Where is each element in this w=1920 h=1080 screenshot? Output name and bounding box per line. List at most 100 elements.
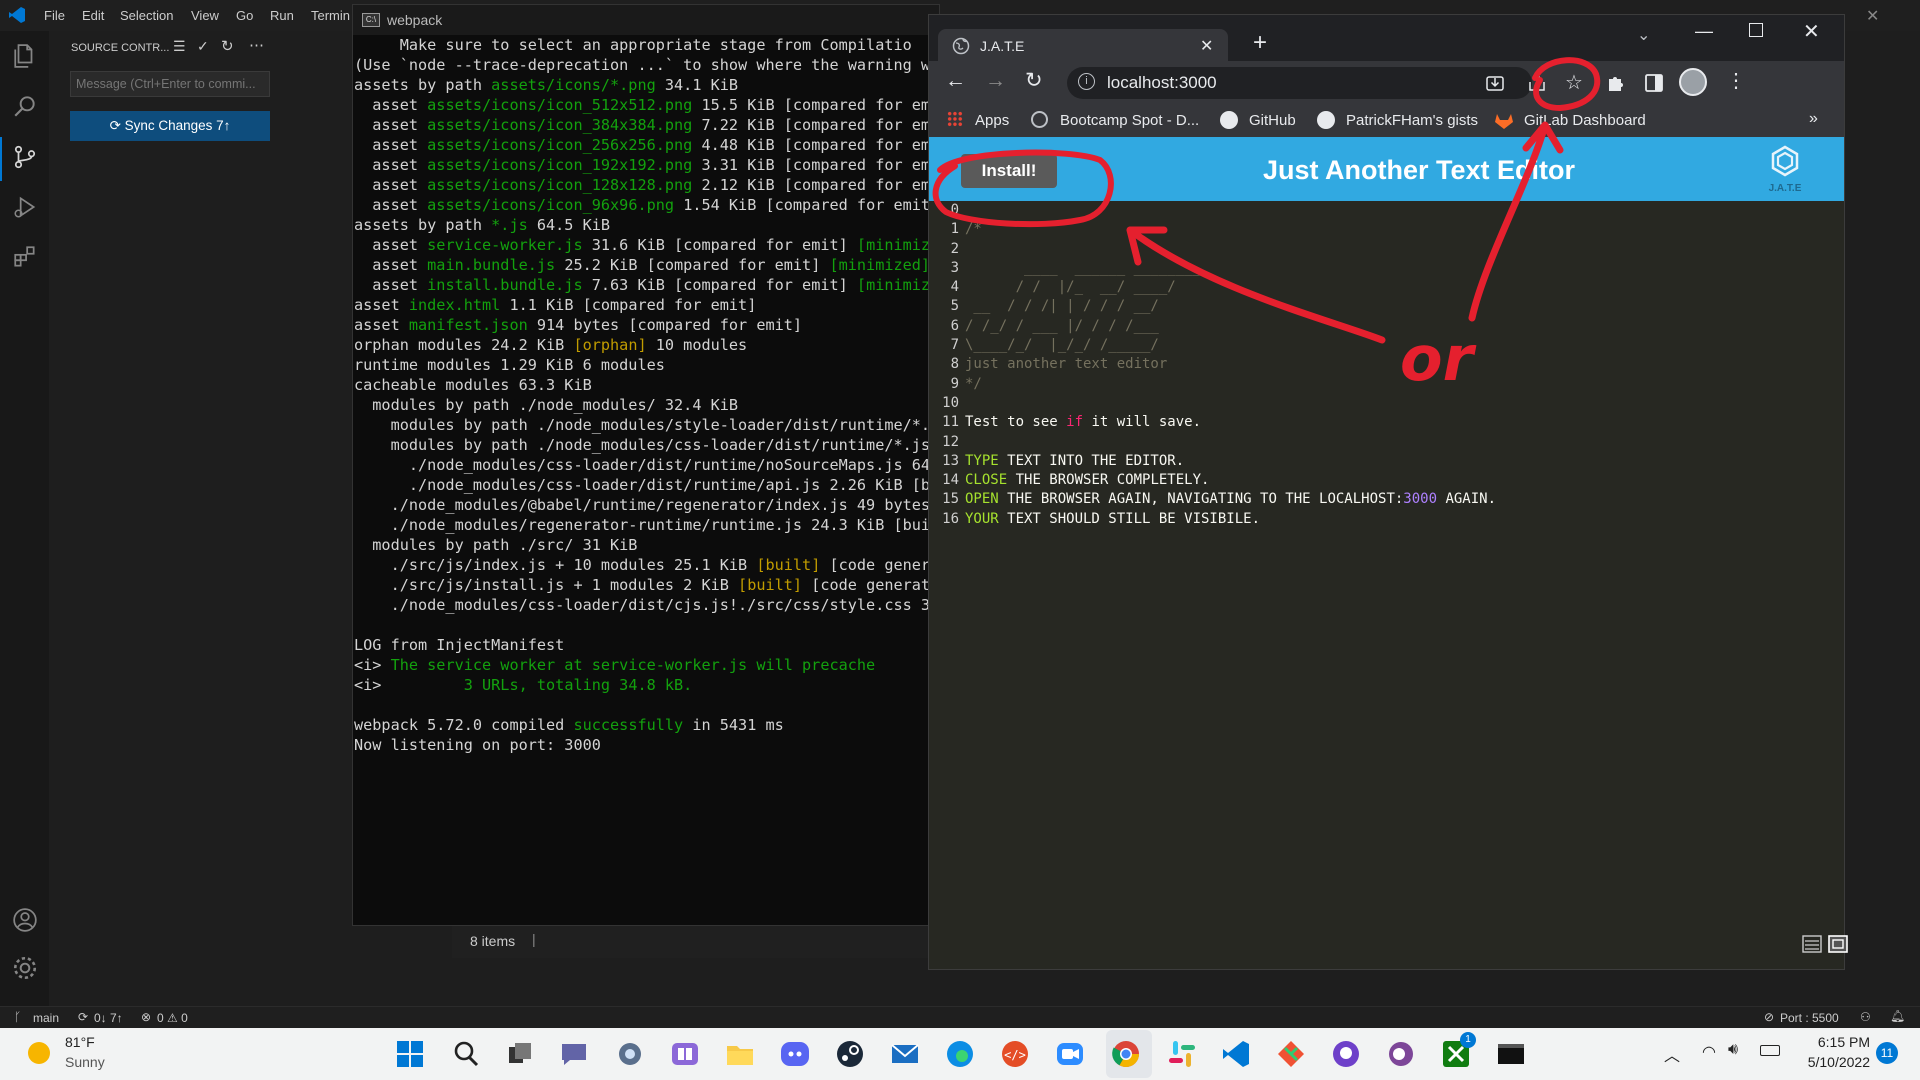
refresh-icon[interactable]: ↻: [221, 37, 234, 55]
task-view-icon[interactable]: [504, 1038, 536, 1070]
profile-avatar[interactable]: [1679, 68, 1707, 96]
github-desktop-icon[interactable]: [1330, 1038, 1362, 1070]
side-panel-icon[interactable]: [1645, 74, 1663, 92]
vscode-taskbar-icon[interactable]: [1220, 1038, 1252, 1070]
source-control-icon[interactable]: [12, 144, 38, 170]
maximize-icon[interactable]: [1749, 23, 1763, 37]
teams-chat-icon[interactable]: [558, 1038, 590, 1070]
menu-selection[interactable]: Selection: [120, 8, 173, 23]
clock-time[interactable]: 6:15 PM: [1806, 1034, 1870, 1050]
more-actions-icon[interactable]: ⋯: [249, 36, 264, 54]
editor-text: TYPE: [965, 452, 999, 469]
settings-gear-icon[interactable]: [12, 955, 38, 981]
forward-icon[interactable]: →: [985, 69, 1006, 93]
bookmark-gitlab[interactable]: GitLab Dashboard: [1524, 112, 1646, 129]
terminal-line: ./src/js/index.js + 10 modules 25.1 KiB …: [354, 555, 939, 575]
discord-icon[interactable]: [779, 1038, 811, 1070]
install-app-icon[interactable]: [1485, 74, 1505, 92]
run-debug-icon[interactable]: [12, 194, 38, 220]
sync-changes-button[interactable]: ⟳ Sync Changes 7↑: [70, 111, 270, 141]
battery-icon[interactable]: [1760, 1045, 1780, 1056]
search-icon[interactable]: [12, 93, 38, 119]
list-view-icon[interactable]: [1801, 933, 1823, 955]
extensions-icon[interactable]: [12, 244, 38, 270]
bookmark-apps[interactable]: Apps: [975, 112, 1009, 129]
address-bar[interactable]: i localhost:3000: [1067, 67, 1532, 99]
bookmark-github[interactable]: GitHub: [1249, 112, 1296, 129]
menu-go[interactable]: Go: [236, 8, 253, 23]
menu-view[interactable]: View: [191, 8, 219, 23]
mail-icon[interactable]: [889, 1038, 921, 1070]
tile-view-icon[interactable]: [1827, 933, 1849, 955]
show-hidden-icons-icon[interactable]: ︿: [1664, 1042, 1680, 1066]
zoom-icon[interactable]: [1054, 1038, 1086, 1070]
install-button[interactable]: Install!: [961, 154, 1057, 188]
minimize-icon[interactable]: —: [1695, 21, 1713, 42]
git-tool-icon[interactable]: [1275, 1038, 1307, 1070]
windows-start-icon[interactable]: [394, 1038, 426, 1070]
menu-run[interactable]: Run: [270, 8, 294, 23]
clock-date[interactable]: 5/10/2022: [1796, 1054, 1870, 1070]
reload-icon[interactable]: ↻: [1025, 68, 1043, 93]
menu-edit[interactable]: Edit: [82, 8, 104, 23]
close-window-icon[interactable]: ✕: [1803, 19, 1820, 44]
terminal-title: webpack: [387, 12, 443, 28]
site-info-icon[interactable]: i: [1078, 73, 1095, 90]
chrome-icon[interactable]: [1110, 1038, 1142, 1070]
slack-icon[interactable]: [1166, 1038, 1198, 1070]
terminal-line: ./node_modules/css-loader/dist/runtime/a…: [354, 475, 939, 495]
bookmark-gists[interactable]: PatrickFHam's gists: [1346, 112, 1478, 129]
more-bookmarks-icon[interactable]: »: [1809, 110, 1818, 128]
feedback-icon[interactable]: ⚇: [1860, 1010, 1871, 1024]
tor-browser-icon[interactable]: [1385, 1038, 1417, 1070]
bookmark-bootcamp[interactable]: Bootcamp Spot - D...: [1060, 112, 1199, 129]
live-server-port[interactable]: Port : 5500: [1780, 1011, 1839, 1025]
terminal-line: webpack 5.72.0 compiled successfully in …: [354, 715, 939, 735]
edge-icon[interactable]: [944, 1038, 976, 1070]
back-icon[interactable]: ←: [945, 69, 966, 93]
terminal-taskbar-icon[interactable]: [1495, 1038, 1527, 1070]
editor-text: ____ ______ ________: [965, 259, 1202, 276]
problems-status[interactable]: 0 ⚠ 0: [157, 1011, 188, 1025]
share-icon[interactable]: [1527, 74, 1547, 92]
tab-close-icon[interactable]: ✕: [1200, 36, 1213, 56]
menu-file[interactable]: File: [44, 8, 65, 23]
weather-temp[interactable]: 81°F: [65, 1034, 95, 1050]
code-editor[interactable]: 0 1/* 2 3 ____ ______ ________ 4 / / |/_ __/…: [929, 201, 1844, 901]
weather-desc[interactable]: Sunny: [65, 1054, 105, 1070]
commit-check-icon[interactable]: ✓: [197, 38, 209, 55]
terminal-text: [built]: [756, 556, 821, 574]
commit-message-input[interactable]: [70, 71, 270, 97]
view-as-tree-icon[interactable]: ☰: [173, 38, 186, 55]
account-icon[interactable]: [12, 907, 38, 933]
terminal-text: 3.31 KiB [compared for emi: [692, 156, 939, 174]
terminal-line: Now listening on port: 3000: [354, 735, 939, 755]
line-number: 15: [942, 491, 959, 508]
taskbar-search-icon[interactable]: [450, 1038, 482, 1070]
file-explorer-icon[interactable]: [724, 1038, 756, 1070]
widgets-icon[interactable]: [669, 1038, 701, 1070]
steam-icon[interactable]: [834, 1038, 866, 1070]
wifi-icon[interactable]: ◠: [1702, 1042, 1716, 1062]
notification-count[interactable]: 11: [1876, 1042, 1898, 1064]
explorer-icon[interactable]: [12, 43, 38, 69]
editor-text: 3000: [1403, 491, 1438, 508]
new-tab-icon[interactable]: +: [1253, 29, 1267, 57]
chrome-menu-icon[interactable]: ⋮: [1726, 68, 1746, 93]
sync-status[interactable]: 0↓ 7↑: [94, 1011, 123, 1025]
settings-icon[interactable]: [614, 1038, 646, 1070]
editor-text: THE BROWSER AGAIN, NAVIGATING TO THE LOC…: [998, 491, 1404, 508]
editor-text: CLOSE: [965, 472, 1008, 489]
bookmark-star-icon[interactable]: ☆: [1565, 70, 1583, 95]
menu-terminal[interactable]: Termin: [311, 8, 350, 23]
volume-icon[interactable]: 🔊︎: [1728, 1041, 1738, 1059]
globe-icon: [952, 37, 970, 55]
editor-text: */: [965, 375, 982, 392]
tab-search-chevron-icon[interactable]: ⌄: [1637, 25, 1650, 45]
branch-name[interactable]: main: [33, 1011, 59, 1025]
notifications-bell-icon[interactable]: 🔔︎: [1890, 1009, 1905, 1023]
extensions-puzzle-icon[interactable]: [1606, 73, 1626, 93]
tab-jate[interactable]: J.A.T.E ✕: [938, 29, 1228, 63]
vscode-close-icon[interactable]: ✕: [1866, 6, 1879, 26]
dev-tools-app-icon[interactable]: </>: [999, 1038, 1031, 1070]
